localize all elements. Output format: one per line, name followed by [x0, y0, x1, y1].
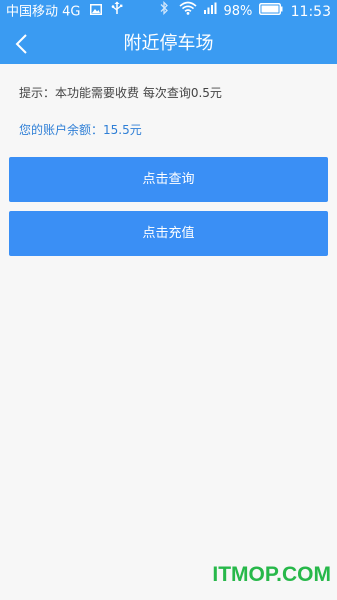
clock: 11:53 — [290, 4, 331, 20]
wifi-icon — [173, 0, 197, 24]
status-right: 98% 11:53 — [159, 0, 331, 25]
account-balance-text: 您的账户余额：15.5元 — [19, 123, 142, 137]
fee-hint-text: 提示：本功能需要收费 每次查询0.5元 — [19, 86, 222, 100]
battery-percent: 98% — [223, 4, 253, 19]
recharge-button[interactable]: 点击充值 — [9, 211, 328, 256]
page-title: 附近停车场 — [123, 33, 214, 54]
status-bar: 中国移动 4G 98% 11:53 — [0, 0, 337, 24]
status-left: 中国移动 4G — [6, 0, 123, 25]
watermark-logo: ITMOP.COM — [212, 563, 331, 586]
image-icon — [89, 0, 102, 24]
title-bar: 附近停车场 — [0, 24, 337, 64]
bluetooth-icon — [159, 0, 169, 24]
network-type: 4G — [62, 4, 81, 20]
signal-icon — [201, 0, 217, 24]
battery-icon — [257, 0, 283, 24]
carrier-name: 中国移动 — [6, 4, 59, 20]
app-header: 中国移动 4G 98% 11:53 附近停车场 — [0, 0, 337, 64]
usb-icon — [111, 0, 123, 24]
query-button[interactable]: 点击查询 — [9, 157, 328, 202]
